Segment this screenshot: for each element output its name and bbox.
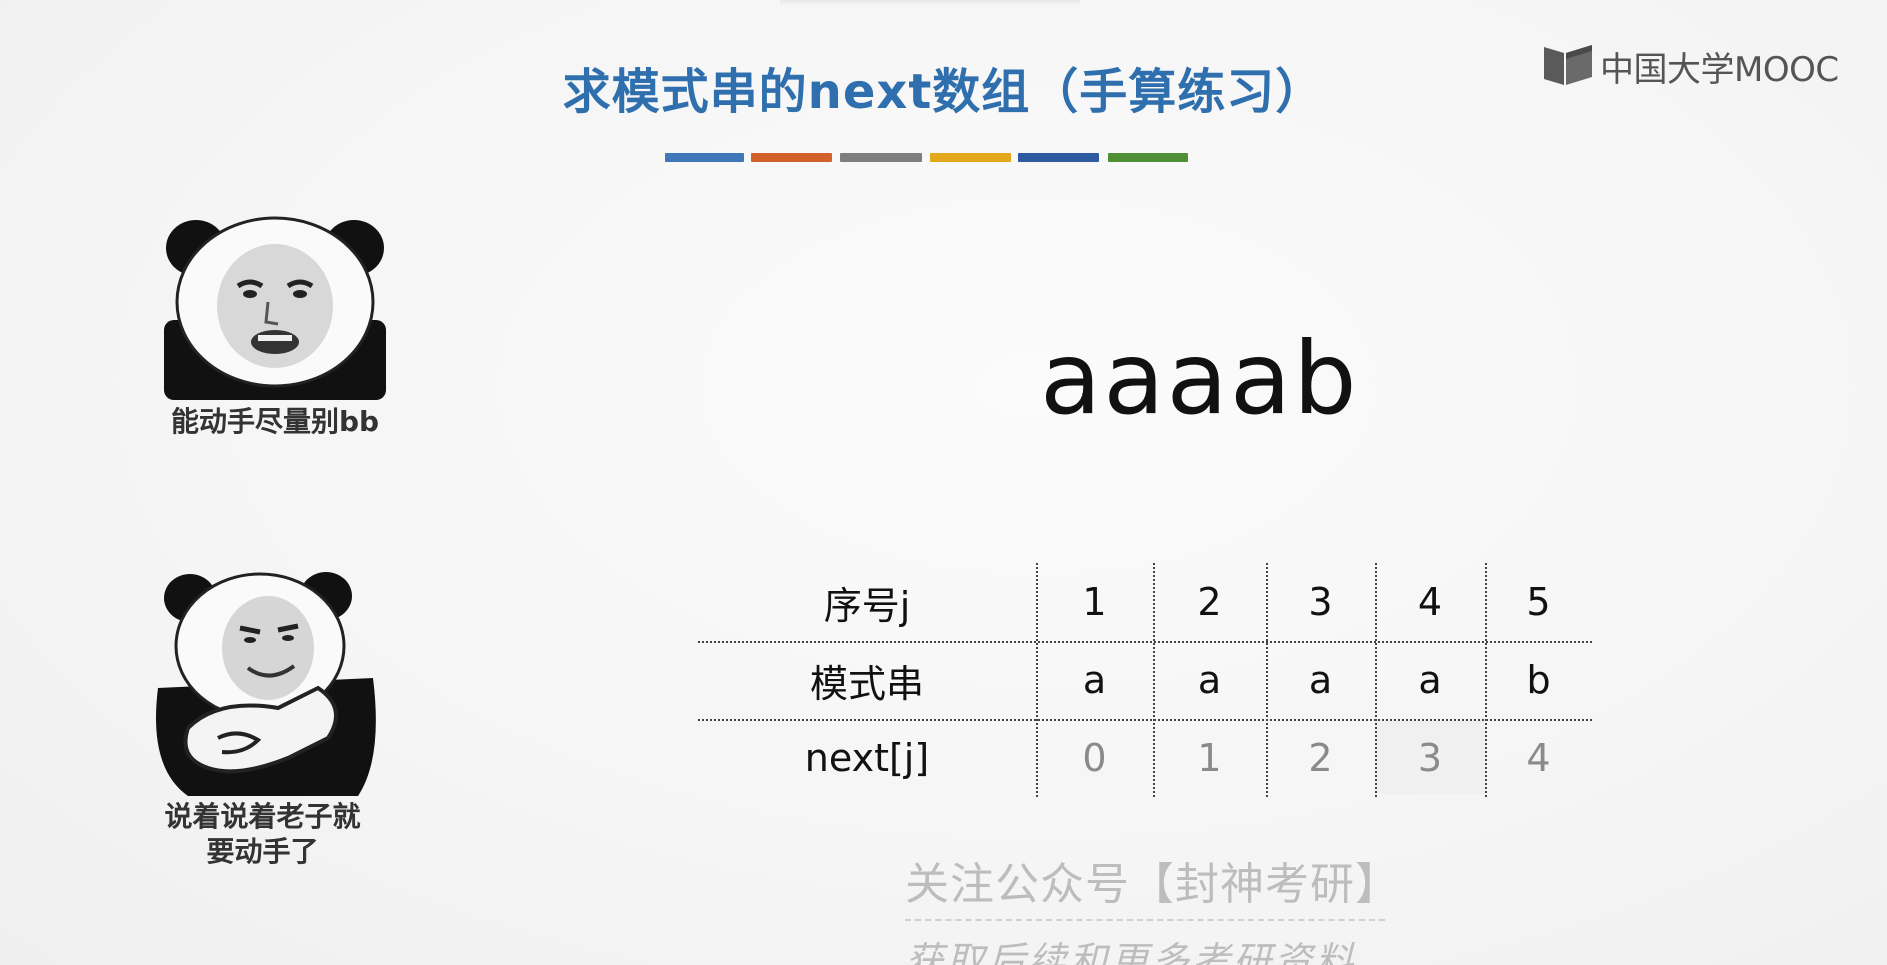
index-cell: 2 [1197,580,1222,624]
color-bar-navy [1018,153,1099,162]
next-cell: 2 [1308,736,1333,780]
panda-fist-image [156,572,376,796]
index-cell: 4 [1417,580,1443,624]
color-bar-blue [665,153,744,162]
row-label-pattern: 模式串 [809,661,924,706]
next-cell: 4 [1526,736,1551,780]
row-label-next: next[j] [804,736,930,780]
meme-caption-1: 能动手尽量别bb [170,405,380,438]
pattern-cell: a [1082,658,1107,702]
pattern-string: aaaab [1040,320,1359,437]
pattern-cell: a [1197,658,1222,702]
index-cell: 1 [1082,580,1107,624]
watermark-line2: 获取后续和更多考研资料 [905,939,1357,965]
row-label-index: 序号j [823,583,911,628]
book-icon [1542,43,1594,91]
logo-text: 中国大学MOOC [1600,50,1839,90]
index-cell: 5 [1526,580,1551,624]
pattern-cell: a [1308,658,1333,702]
watermark-line1: 关注公众号【封神考研】 [905,859,1400,910]
next-table: 序号j 1 2 3 4 5 模式串 a a a a b next[j] 0 1 … [698,563,1592,797]
next-cell: 1 [1197,736,1222,780]
next-cell: 3 [1417,736,1443,780]
slide: 求模式串的next数组（手算练习） 中国大学MOOC 能动手尽量别bb 说着说着… [0,0,1887,965]
watermark-divider [905,919,1385,921]
meme-caption-2-line1: 说着说着老子就 [164,800,361,833]
mooc-logo: 中国大学MOOC [1542,42,1839,91]
panda-meme-1 [160,210,390,404]
meme-caption-2-line2: 要动手了 [206,835,319,868]
pattern-cell: b [1526,658,1551,702]
index-cell: 3 [1308,580,1333,624]
panda-face-image [164,216,386,400]
color-bar-orange [751,153,832,162]
color-bar-green [1108,153,1188,162]
pattern-cell: a [1418,658,1442,702]
next-cell: 0 [1082,736,1107,780]
color-bar-yellow [930,153,1011,162]
top-shadow [780,0,1080,6]
panda-meme-2 [148,568,383,802]
color-bar-gray [840,153,922,162]
